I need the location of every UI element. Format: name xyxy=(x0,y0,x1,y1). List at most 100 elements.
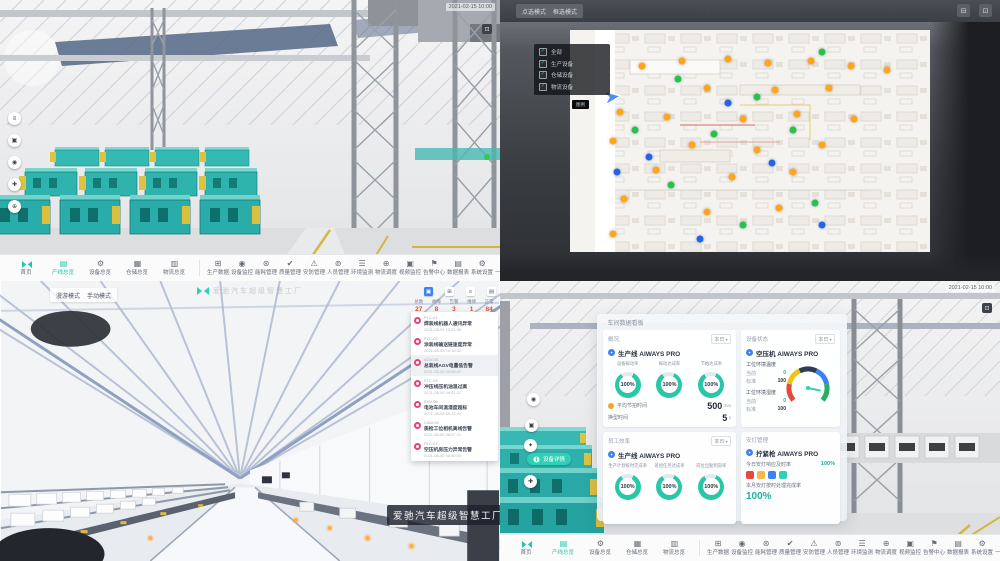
toolbar-item-device[interactable]: ⚙设备总览 xyxy=(582,540,619,557)
fullscreen-icon[interactable]: ⊡ xyxy=(482,24,492,34)
alarm-list-item[interactable]: PLC-02涂装线输送链速度异常2021-08-05 10:18:02 xyxy=(411,334,498,355)
viewport-tool-cube-button[interactable]: ▣ xyxy=(8,134,21,147)
toolbar-item-alarm[interactable]: ⚑告警中心 xyxy=(922,540,946,557)
device-marker-green[interactable] xyxy=(739,222,746,229)
toolbar-item-energy[interactable]: ⊛能耗管理 xyxy=(254,260,278,277)
device-marker-green[interactable] xyxy=(675,75,682,82)
scene-float-plus-button[interactable]: ✚ xyxy=(524,475,537,488)
toolbar-item-logi2[interactable]: ⊕物流调度 xyxy=(874,540,898,557)
date-dropdown[interactable]: 本日 xyxy=(711,334,731,344)
toolbar-item-patrol[interactable]: ★一键巡检 xyxy=(994,540,1000,557)
layer-checkbox-row[interactable]: ✓生产设备 xyxy=(539,60,605,68)
fullscreen-icon[interactable]: ⊡ xyxy=(982,303,992,313)
toolbar-item-video[interactable]: ▣视频监控 xyxy=(398,260,422,277)
toolbar-item-setting[interactable]: ⚙系统设置 xyxy=(470,260,494,277)
toolbar-item-store[interactable]: ▦仓储总览 xyxy=(119,260,156,277)
toolbar-item-quality[interactable]: ✔质量管理 xyxy=(278,260,302,277)
layer-checkbox-row[interactable]: ✓全部 xyxy=(539,48,605,56)
toolbar-item-logi2[interactable]: ⊕物流调度 xyxy=(374,260,398,277)
view-grid-icon[interactable]: ⊞ xyxy=(445,287,454,296)
device-marker-orange[interactable] xyxy=(703,209,710,216)
toolbar-item-line[interactable]: ▤产线总览 xyxy=(45,260,82,277)
alarm-list-item[interactable]: PLC-04冲压线压机油温过高2021-08-05 09:41:12 xyxy=(411,376,498,397)
toolbar-item-data[interactable]: ⊞生产数据 xyxy=(206,260,230,277)
layer-checkbox-row[interactable]: ✓仓储设备 xyxy=(539,71,605,79)
alarm-list-item[interactable]: AGV-03总装线AGV电量低告警2021-08-05 09:56:47 xyxy=(411,355,498,376)
scene-float-cam-button[interactable]: ◉ xyxy=(527,393,540,406)
viewport-tool-menu-button[interactable]: ≡ xyxy=(8,112,21,125)
scene-float-tag-button[interactable]: ✦ xyxy=(524,439,537,452)
device-marker-orange[interactable] xyxy=(819,142,826,149)
device-marker-green[interactable] xyxy=(711,131,718,138)
device-marker-orange[interactable] xyxy=(678,58,685,65)
mode-roam[interactable]: 漫游模式 xyxy=(56,291,80,300)
device-marker-orange[interactable] xyxy=(653,166,660,173)
device-marker-green[interactable] xyxy=(667,182,674,189)
factory-3d-scene[interactable] xyxy=(0,0,500,281)
device-marker-orange[interactable] xyxy=(883,66,890,73)
device-marker-orange[interactable] xyxy=(847,62,854,69)
layer-checkbox-row[interactable]: ✓物流设备 xyxy=(539,83,605,91)
device-marker-orange[interactable] xyxy=(639,62,646,69)
toolbar-item-setting[interactable]: ⚙系统设置 xyxy=(970,540,994,557)
device-marker-orange[interactable] xyxy=(754,146,761,153)
toolbar-item-device[interactable]: ⚙设备总览 xyxy=(82,260,119,277)
device-marker-blue[interactable] xyxy=(768,160,775,167)
toolbar-item-monitor[interactable]: ◉设备监控 xyxy=(230,260,254,277)
toolbar-item-line[interactable]: ▤产线总览 xyxy=(545,540,582,557)
device-marker-orange[interactable] xyxy=(851,115,858,122)
date-dropdown[interactable]: 本日 xyxy=(815,334,835,344)
scene-float-cube-button[interactable]: ▣ xyxy=(525,419,538,432)
toolbar-item-env[interactable]: ☰环境监测 xyxy=(850,540,874,557)
device-marker-orange[interactable] xyxy=(664,113,671,120)
device-marker-orange[interactable] xyxy=(739,115,746,122)
view-list-icon[interactable]: ≡ xyxy=(466,287,475,296)
toolbar-item-alarm[interactable]: ⚑告警中心 xyxy=(422,260,446,277)
device-marker-orange[interactable] xyxy=(610,138,617,145)
device-marker-green[interactable] xyxy=(790,126,797,133)
toolbar-item-patrol[interactable]: ★一键巡检 xyxy=(494,260,500,277)
device-marker-green[interactable] xyxy=(631,126,638,133)
date-dropdown[interactable]: 本日 xyxy=(711,436,731,446)
alarm-list-item[interactable]: CAM-06质检工位相机离线告警2021-08-05 08:57:21 xyxy=(411,418,498,439)
layers-icon[interactable]: ⊟ xyxy=(957,4,970,17)
toolbar-item-monitor[interactable]: ◉设备监控 xyxy=(730,540,754,557)
toolbar-item-staff[interactable]: ⊚人员管理 xyxy=(326,260,350,277)
toolbar-item-env[interactable]: ☰环境监测 xyxy=(350,260,374,277)
alarm-list-item[interactable]: PLC-01焊装线机器人通讯异常2021-08-05 10:21:35 xyxy=(411,313,498,334)
toolbar-item-energy[interactable]: ⊛能耗管理 xyxy=(754,540,778,557)
device-marker-orange[interactable] xyxy=(793,111,800,118)
device-marker-green[interactable] xyxy=(754,93,761,100)
device-marker-orange[interactable] xyxy=(621,195,628,202)
mode-manual[interactable]: 手动模式 xyxy=(87,291,111,300)
status-app-icon[interactable] xyxy=(768,471,776,479)
expand-icon[interactable]: ⊡ xyxy=(979,4,992,17)
device-marker-green[interactable] xyxy=(819,49,826,56)
device-marker-orange[interactable] xyxy=(689,142,696,149)
device-marker-blue[interactable] xyxy=(646,153,653,160)
device-marker-orange[interactable] xyxy=(610,231,617,238)
alarm-list-item[interactable]: ENV-05电池车间温湿度超标2021-08-05 09:22:30 xyxy=(411,397,498,418)
device-detail-pill-button[interactable]: 设备详情 xyxy=(527,453,571,465)
map-legend-chip[interactable]: 图例 xyxy=(572,100,589,109)
device-marker-orange[interactable] xyxy=(725,55,732,62)
device-marker-orange[interactable] xyxy=(772,86,779,93)
device-marker-blue[interactable] xyxy=(613,169,620,176)
mode-pick[interactable]: 点选模式 xyxy=(522,7,546,16)
toolbar-item-logo[interactable]: 首页 xyxy=(8,260,45,277)
device-marker-orange[interactable] xyxy=(617,109,624,116)
device-marker-orange[interactable] xyxy=(826,84,833,91)
status-app-icon[interactable] xyxy=(779,471,787,479)
toolbar-item-logo[interactable]: 首页 xyxy=(508,540,545,557)
device-marker-blue[interactable] xyxy=(725,100,732,107)
device-marker-green[interactable] xyxy=(811,200,818,207)
device-marker-blue[interactable] xyxy=(819,222,826,229)
toolbar-item-safety[interactable]: ⚠安防管理 xyxy=(802,540,826,557)
device-marker-orange[interactable] xyxy=(790,169,797,176)
viewport-tool-plus-button[interactable]: ✚ xyxy=(8,178,21,191)
device-marker-orange[interactable] xyxy=(765,60,772,67)
toolbar-item-report[interactable]: ▤数据报表 xyxy=(446,260,470,277)
device-marker-orange[interactable] xyxy=(703,84,710,91)
device-marker-orange[interactable] xyxy=(729,173,736,180)
toolbar-item-safety[interactable]: ⚠安防管理 xyxy=(302,260,326,277)
